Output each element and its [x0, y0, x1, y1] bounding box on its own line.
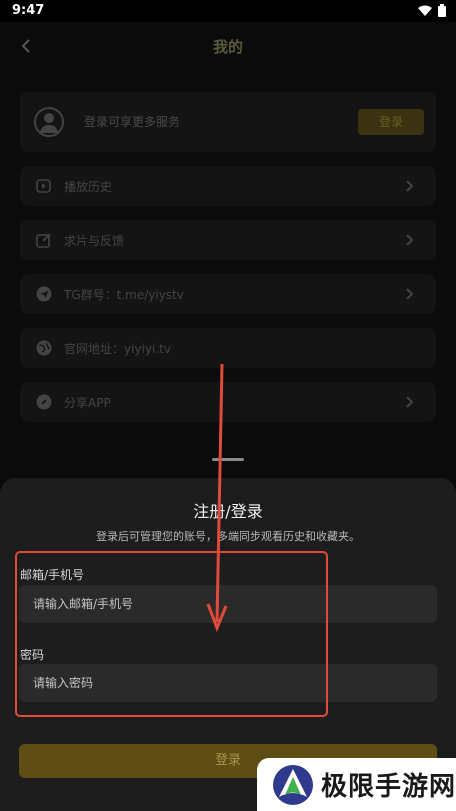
- chevron-right-icon: [406, 396, 414, 408]
- avatar: [34, 107, 64, 137]
- chevron-right-icon: [406, 180, 414, 192]
- compass-icon: [36, 394, 52, 410]
- menu-label: 求片与反馈: [64, 234, 125, 248]
- card-login-button[interactable]: 登录: [358, 109, 424, 135]
- status-icons: [418, 4, 446, 17]
- sheet-title: 注册/登录: [193, 502, 263, 521]
- menu-label: 播放历史: [64, 180, 113, 194]
- sheet-subtitle: 登录后可管理您的账号，多端同步观看历史和收藏夹。: [96, 530, 360, 543]
- header: 我的: [0, 32, 456, 60]
- menu-item-feedback[interactable]: 求片与反馈: [20, 220, 436, 260]
- page-title: 我的: [212, 38, 243, 56]
- menu-item-website[interactable]: 官网地址：yiyiyi.tv: [20, 328, 436, 368]
- password-label: 密码: [20, 648, 45, 662]
- email-field[interactable]: [19, 585, 437, 623]
- menu-item-play-history[interactable]: 播放历史: [20, 166, 436, 206]
- menu-item-telegram[interactable]: TG群号：t.me/yiystv: [20, 274, 436, 314]
- wifi-icon: [418, 5, 432, 16]
- menu-item-share-app[interactable]: 分享APP: [20, 382, 436, 422]
- chevron-right-icon: [406, 288, 414, 300]
- menu-label: 官网地址：yiyiyi.tv: [64, 342, 171, 356]
- watermark-text: 极限手游网: [321, 772, 456, 802]
- chevron-right-icon: [406, 234, 414, 246]
- battery-icon: [438, 4, 446, 17]
- sheet-drag-handle[interactable]: [212, 458, 244, 461]
- login-card[interactable]: 登录可享更多服务 登录: [20, 92, 436, 152]
- play-history-icon: [36, 178, 52, 194]
- watermark: 极限手游网: [257, 758, 456, 811]
- globe-icon: [36, 340, 52, 356]
- menu-label: 分享APP: [64, 396, 111, 410]
- status-bar: 9:47: [0, 0, 456, 22]
- telegram-icon: [36, 286, 52, 302]
- login-hint: 登录可享更多服务: [84, 115, 181, 129]
- edit-icon: [36, 232, 52, 248]
- watermark-logo-icon: [273, 764, 313, 805]
- email-label: 邮箱/手机号: [20, 568, 85, 582]
- menu-label: TG群号：t.me/yiystv: [64, 288, 184, 302]
- status-time: 9:47: [12, 3, 45, 18]
- password-field[interactable]: [19, 664, 437, 702]
